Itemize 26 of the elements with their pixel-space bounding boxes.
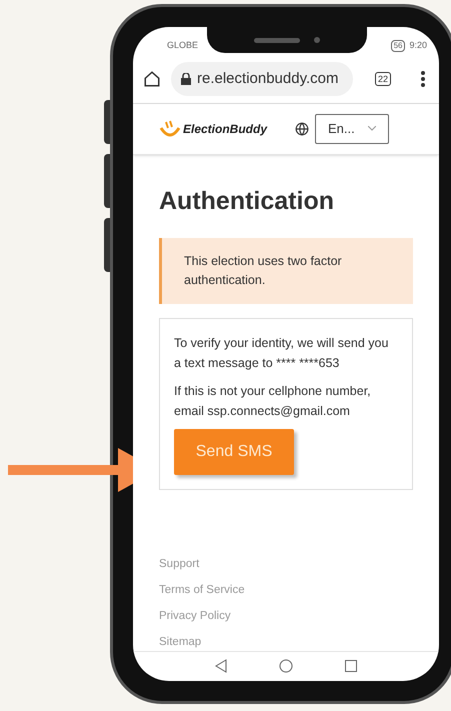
card-text: If this is not your cellphone number, email ssp.connects@gmail.com	[174, 383, 372, 420]
alert-message: This election uses two factor authentication.	[159, 238, 413, 304]
footer-link[interactable]: Terms of Service	[159, 582, 413, 600]
home-icon[interactable]	[143, 70, 161, 88]
address-bar[interactable]: re.electionbuddy.com	[171, 62, 353, 96]
globe-icon[interactable]	[295, 122, 310, 136]
send-sms-button[interactable]: Send SMS	[174, 429, 294, 476]
page-title: Authentication	[159, 186, 335, 217]
back-icon[interactable]	[215, 658, 227, 673]
battery-level: 56	[390, 40, 406, 52]
language-select[interactable]: En...	[315, 114, 390, 144]
footer-link[interactable]: Support	[159, 556, 413, 574]
card-text: To verify your identity, we will send you a text message to **** ****653	[174, 335, 390, 372]
home-button-icon[interactable]	[279, 658, 293, 673]
menu-icon[interactable]	[421, 70, 426, 87]
logo-text: ElectionBuddy	[183, 120, 268, 138]
lock-icon	[181, 72, 191, 85]
logo-icon	[159, 120, 181, 138]
footer-link[interactable]: Privacy Policy	[159, 608, 413, 626]
recents-icon[interactable]	[345, 660, 357, 672]
carrier-label: GLOBE	[167, 39, 198, 52]
url-text: re.electionbuddy.com	[197, 68, 338, 89]
chevron-down-icon	[368, 126, 376, 132]
footer-link[interactable]: Sitemap	[159, 634, 413, 652]
clock-time: 9:20	[409, 39, 427, 52]
tab-count[interactable]: 22	[375, 72, 392, 86]
